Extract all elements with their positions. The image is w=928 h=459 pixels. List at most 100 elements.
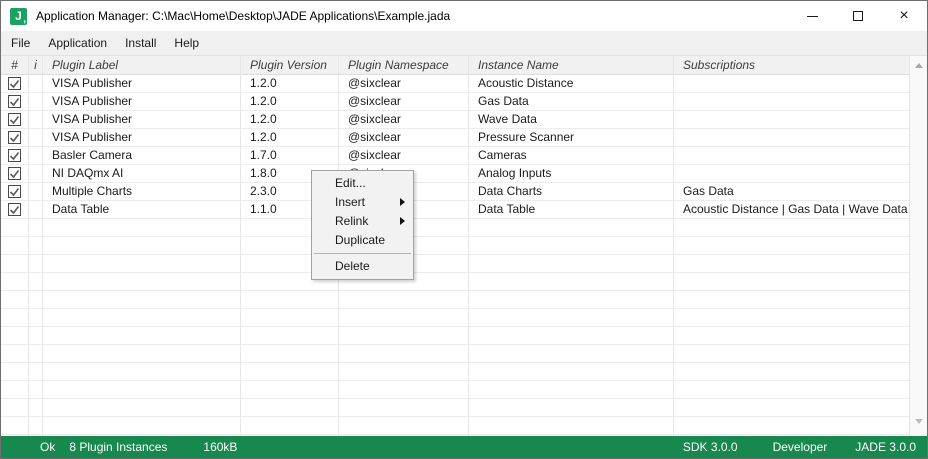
row-checkbox[interactable] — [8, 77, 21, 90]
context-menu-item-edit[interactable]: Edit... — [312, 174, 413, 193]
cell-enabled-checkbox — [1, 147, 29, 165]
cell-enabled-checkbox — [1, 219, 29, 237]
cell-plugin-label: VISA Publisher — [43, 111, 241, 129]
maximize-button[interactable] — [835, 1, 881, 31]
cell-subscriptions — [674, 165, 909, 183]
cell-info — [29, 399, 43, 417]
cell-plugin-version — [241, 291, 339, 309]
cell-plugin-namespace — [339, 399, 469, 417]
window-title: Application Manager: C:\Mac\Home\Desktop… — [36, 9, 451, 23]
row-checkbox[interactable] — [8, 185, 21, 198]
scrollbar-up-icon[interactable] — [914, 63, 923, 68]
table-row[interactable] — [1, 273, 909, 291]
cell-instance-name: Gas Data — [469, 93, 674, 111]
cell-plugin-namespace — [339, 363, 469, 381]
table-body: VISA Publisher 1.2.0 @sixclear Acoustic Dis… — [1, 75, 909, 436]
cell-plugin-namespace — [339, 435, 469, 436]
cell-instance-name — [469, 237, 674, 255]
table-row[interactable] — [1, 237, 909, 255]
table-row[interactable]: VISA Publisher 1.2.0 @sixclear Acoustic Dis… — [1, 75, 909, 93]
row-checkbox[interactable] — [8, 167, 21, 180]
table-row[interactable] — [1, 255, 909, 273]
table-row[interactable] — [1, 435, 909, 436]
cell-plugin-label: VISA Publisher — [43, 129, 241, 147]
cell-subscriptions — [674, 273, 909, 291]
table-row[interactable] — [1, 399, 909, 417]
row-checkbox[interactable] — [8, 149, 21, 162]
cell-enabled-checkbox — [1, 111, 29, 129]
table-row[interactable]: VISA Publisher 1.2.0 @sixclear Pressure Sca… — [1, 129, 909, 147]
cell-enabled-checkbox — [1, 255, 29, 273]
minimize-button[interactable] — [789, 1, 835, 31]
jade-logo-icon: J , — [10, 7, 27, 25]
table-row[interactable] — [1, 309, 909, 327]
cell-subscriptions: Gas Data — [674, 183, 909, 201]
status-jade-version: JADE 3.0.0 — [855, 440, 916, 454]
table-row[interactable] — [1, 345, 909, 363]
cell-plugin-version — [241, 363, 339, 381]
column-header-plugin-namespace: Plugin Namespace — [339, 56, 469, 75]
check-mark-icon — [9, 170, 20, 179]
cell-subscriptions — [674, 93, 909, 111]
row-checkbox[interactable] — [8, 113, 21, 126]
cell-plugin-label — [43, 309, 241, 327]
cell-info — [29, 219, 43, 237]
cell-subscriptions — [674, 327, 909, 345]
cell-info — [29, 309, 43, 327]
cell-enabled-checkbox — [1, 309, 29, 327]
table-row[interactable]: VISA Publisher 1.2.0 @sixclear Wave Data — [1, 111, 909, 129]
column-header-checkbox: # — [1, 56, 29, 75]
cell-enabled-checkbox — [1, 93, 29, 111]
context-menu-item-duplicate[interactable]: Duplicate — [312, 231, 413, 250]
cell-instance-name: Cameras — [469, 147, 674, 165]
cell-plugin-namespace — [339, 417, 469, 435]
menu-help[interactable]: Help — [165, 31, 208, 55]
scrollbar-down-icon[interactable] — [914, 419, 923, 424]
table-row[interactable]: VISA Publisher 1.2.0 @sixclear Gas Data — [1, 93, 909, 111]
cell-info — [29, 93, 43, 111]
cell-enabled-checkbox — [1, 129, 29, 147]
cell-subscriptions — [674, 129, 909, 147]
close-button[interactable]: × — [881, 1, 927, 31]
cell-instance-name — [469, 363, 674, 381]
submenu-arrow-icon — [400, 217, 405, 225]
table-row[interactable] — [1, 381, 909, 399]
cell-subscriptions — [674, 147, 909, 165]
row-checkbox[interactable] — [8, 95, 21, 108]
menu-install[interactable]: Install — [116, 31, 165, 55]
table-row[interactable] — [1, 291, 909, 309]
context-menu-item-relink[interactable]: Relink — [312, 212, 413, 231]
cell-info — [29, 327, 43, 345]
table-row[interactable] — [1, 417, 909, 435]
cell-instance-name — [469, 327, 674, 345]
cell-plugin-version — [241, 381, 339, 399]
check-mark-icon — [9, 116, 20, 125]
cell-plugin-version — [241, 417, 339, 435]
cell-plugin-label: Basler Camera — [43, 147, 241, 165]
cell-plugin-namespace: @sixclear — [339, 147, 469, 165]
context-menu-item-delete[interactable]: Delete — [312, 257, 413, 276]
row-checkbox[interactable] — [8, 131, 21, 144]
cell-subscriptions — [674, 435, 909, 436]
cell-enabled-checkbox — [1, 237, 29, 255]
cell-info — [29, 201, 43, 219]
table-row[interactable]: Multiple Charts 2.3.0 Data Charts Gas Data — [1, 183, 909, 201]
menu-application[interactable]: Application — [39, 31, 116, 55]
row-checkbox[interactable] — [8, 203, 21, 216]
context-menu-item-insert[interactable]: Insert — [312, 193, 413, 212]
table-row[interactable] — [1, 363, 909, 381]
cell-enabled-checkbox — [1, 165, 29, 183]
table-row[interactable] — [1, 327, 909, 345]
status-mode: Developer — [772, 440, 828, 454]
menu-file[interactable]: File — [2, 31, 39, 55]
cell-info — [29, 129, 43, 147]
vertical-scrollbar[interactable] — [909, 56, 927, 436]
cell-plugin-version — [241, 345, 339, 363]
table-row[interactable]: NI DAQmx AI1.8.0@sixclearAnalog Inputs — [1, 165, 909, 183]
cell-subscriptions — [674, 291, 909, 309]
table-row[interactable]: Data Table 1.1.0 Data Table Acoustic Distan… — [1, 201, 909, 219]
cell-subscriptions — [674, 219, 909, 237]
cell-instance-name: Analog Inputs — [469, 165, 674, 183]
table-row[interactable] — [1, 219, 909, 237]
table-row[interactable]: Basler Camera 1.7.0 @sixclear Cameras — [1, 147, 909, 165]
